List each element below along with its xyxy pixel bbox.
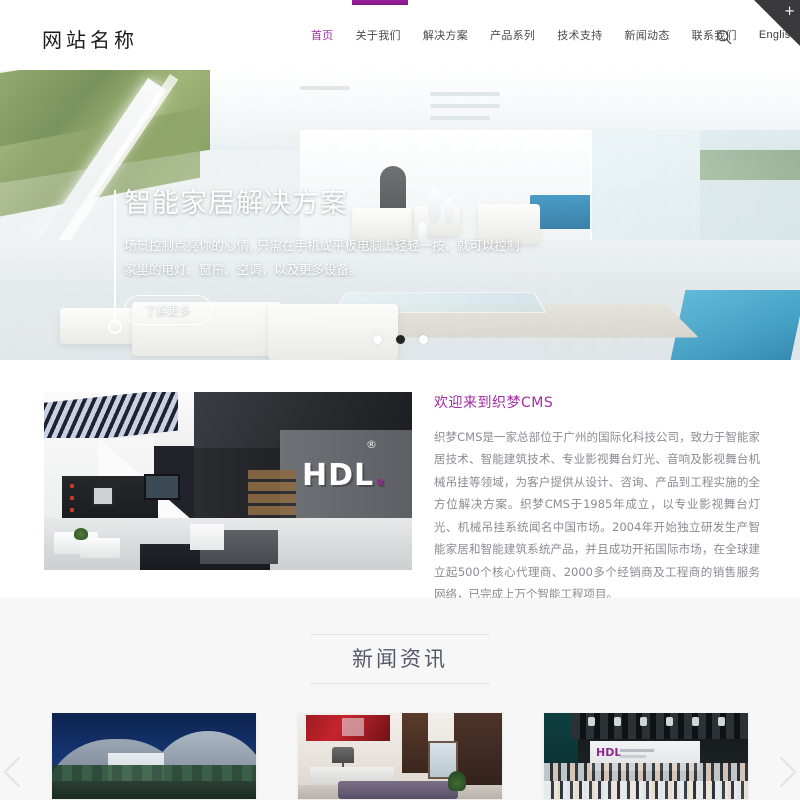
news-card-thumbnail: HDL <box>544 713 748 799</box>
nav-item-solutions[interactable]: 解决方案 <box>412 27 479 43</box>
about-showroom-image: HDL. ® <box>44 392 412 570</box>
news-card-thumbnail <box>298 713 502 799</box>
plus-icon: + <box>784 4 795 19</box>
registered-mark-icon: ® <box>366 438 377 451</box>
news-prev-arrow-icon[interactable] <box>3 752 35 792</box>
news-next-arrow-icon[interactable] <box>765 752 797 792</box>
nav-item-about[interactable]: 关于我们 <box>345 27 412 43</box>
hero-dot-1[interactable] <box>372 335 382 344</box>
hero-learn-more-button[interactable]: 了解更多 <box>124 294 212 325</box>
site-logo[interactable]: 网站名称 <box>42 24 138 53</box>
hero-carousel: 智能家居解决方案 场景控制点亮你的心情, 只需在手机或平板电脑上轻轻一按，就可以… <box>0 70 800 360</box>
news-card[interactable]: HDL <box>544 713 748 799</box>
nav-item-home[interactable]: 首页 <box>300 27 345 43</box>
page-progress-fill <box>352 0 408 5</box>
news-card[interactable] <box>52 713 256 799</box>
hero-carousel-dots <box>0 335 800 344</box>
nav-item-support[interactable]: 技术支持 <box>546 27 613 43</box>
hero-dot-3[interactable] <box>418 335 428 344</box>
page-progress-bar <box>0 0 800 5</box>
news-section-title: 新闻资讯 <box>352 647 448 671</box>
nav-item-products[interactable]: 产品系列 <box>479 27 546 43</box>
page-root: + 网站名称 首页 关于我们 解决方案 产品系列 技术支持 新闻动态 联系我们 … <box>0 0 800 800</box>
hero-dot-2[interactable] <box>395 335 405 344</box>
search-icon[interactable] <box>714 27 734 47</box>
about-body-text: 织梦CMS是一家总部位于广州的国际化科技公司，致力于智能家居技术、智能建筑技术、… <box>434 430 760 601</box>
news-section: 新闻资讯 HDL <box>0 598 800 800</box>
about-title: 欢迎来到织梦CMS <box>434 395 554 411</box>
hero-content: 智能家居解决方案 场景控制点亮你的心情, 只需在手机或平板电脑上轻轻一按，就可以… <box>124 188 544 325</box>
nav-item-news[interactable]: 新闻动态 <box>613 27 680 43</box>
news-card[interactable] <box>298 713 502 799</box>
news-section-heading: 新闻资讯 <box>310 634 490 684</box>
hero-decorative-rail <box>108 190 122 342</box>
corner-expand-button[interactable]: + <box>754 0 800 46</box>
news-card-thumbnail <box>52 713 256 799</box>
site-header: 网站名称 首页 关于我们 解决方案 产品系列 技术支持 新闻动态 联系我们 En… <box>0 0 800 70</box>
about-text-block: 欢迎来到织梦CMS 织梦CMS是一家总部位于广州的国际化科技公司，致力于智能家居… <box>434 392 760 605</box>
hero-subtitle: 场景控制点亮你的心情, 只需在手机或平板电脑上轻轻一按，就可以控制家里的电灯、窗… <box>124 238 520 277</box>
about-section: HDL. ® 欢迎来到织梦CMS 织梦CMS是一家总部位于广州的国际化科技公司，… <box>0 360 800 601</box>
news-card-list: HDL <box>0 713 800 799</box>
showroom-hdl-logo: HDL. <box>302 458 387 493</box>
hero-title: 智能家居解决方案 <box>124 188 348 219</box>
